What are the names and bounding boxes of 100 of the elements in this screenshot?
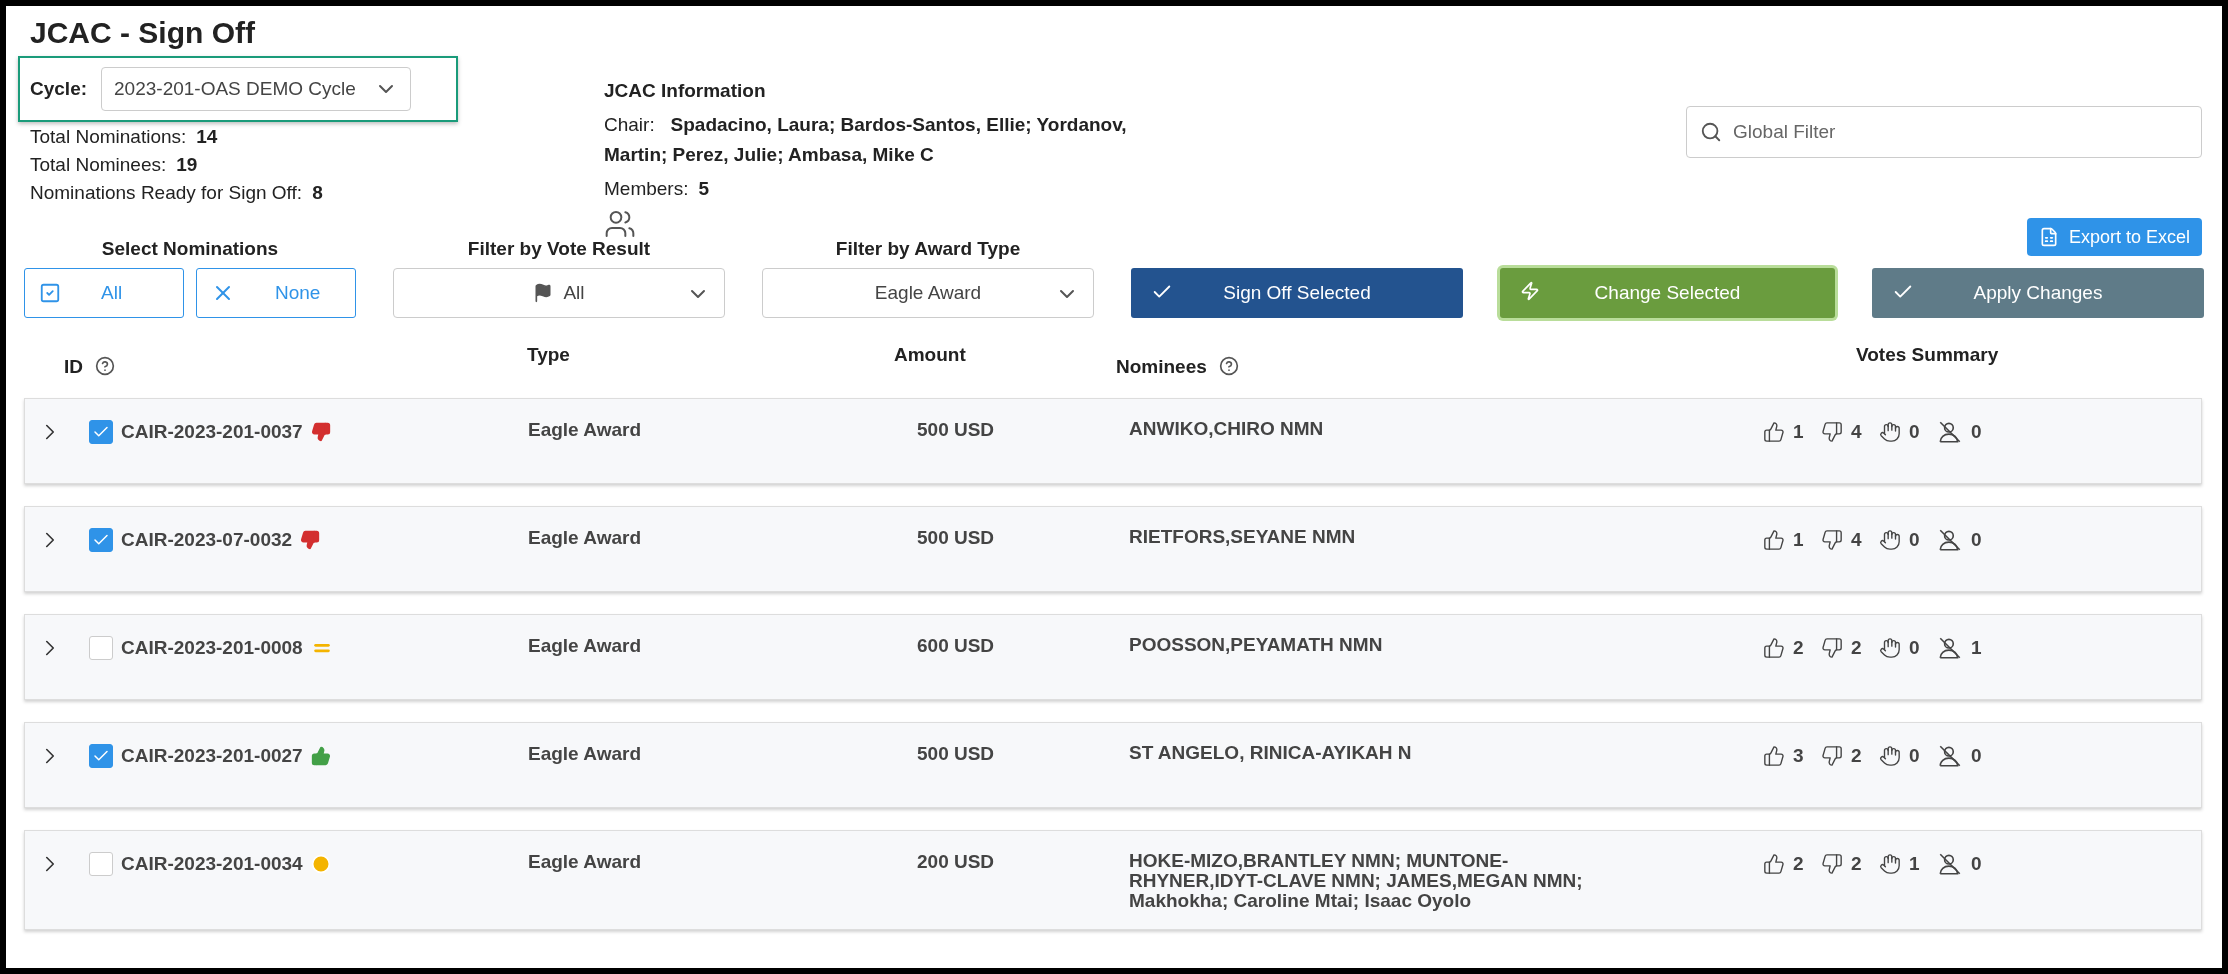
amount: 200 USD — [916, 851, 996, 873]
nomination-id: CAIR-2023-07-0032 — [121, 529, 293, 551]
flag-icon — [533, 283, 554, 303]
filter-label: Filter by Vote Result — [467, 238, 651, 260]
vote-count: 2 — [1851, 745, 1863, 767]
row-checkbox[interactable] — [89, 420, 113, 444]
help-icon[interactable] — [95, 356, 115, 376]
column-header: Nominees — [1116, 356, 1207, 378]
total-value: 14 — [196, 126, 218, 148]
thumbs-down-icon — [1821, 529, 1843, 551]
user-slash-icon — [1937, 635, 1963, 661]
thumbs-up-icon — [1763, 421, 1785, 443]
user-slash-icon — [1937, 527, 1963, 553]
page-title: JCAC - Sign Off — [30, 16, 256, 51]
award-type: Eagle Award — [528, 743, 642, 765]
thumbs-down-icon — [1821, 745, 1843, 767]
vote-count: 0 — [1971, 853, 1983, 875]
award-type: Eagle Award — [528, 635, 642, 657]
column-header: Type — [527, 344, 570, 366]
nomination-row[interactable]: CAIR-2023-201-0027 Eagle Award 500 USD ST ANGELO, RINICA-AYIKAH N 3 2 0 0 — [24, 722, 2202, 808]
thumbs-down-icon — [1821, 421, 1843, 443]
column-header: ID — [64, 356, 83, 378]
nomination-row[interactable]: CAIR-2023-201-0037 Eagle Award 500 USD ANWIKO,CHIRO NMN 1 4 0 0 — [24, 398, 2202, 484]
vote-result-dropdown[interactable]: All — [393, 268, 725, 318]
thumbs-up-icon — [1763, 637, 1785, 659]
vote-count: 2 — [1851, 637, 1863, 659]
nomination-row[interactable]: CAIR-2023-201-0034 Eagle Award 200 USD HOKE-MIZO,BRANTLEY NMN; MUNTONE-RHYNER,IDYT-CLAVE NMN; JAMES,MEGAN NMN; Makhokha; Caroline Mtai; Isaac Oyolo 2 2 1 0 — [24, 830, 2202, 930]
user-slash-icon — [1937, 851, 1963, 877]
filter-label: Filter by Award Type — [835, 238, 1021, 260]
nomination-row[interactable]: CAIR-2023-07-0032 Eagle Award 500 USD RIETFORS,SEYANE NMN 1 4 0 0 — [24, 506, 2202, 592]
nomination-id: CAIR-2023-201-0034 — [121, 853, 303, 875]
award-type-dropdown[interactable]: Eagle Award — [762, 268, 1094, 318]
nomination-id: CAIR-2023-201-0037 — [121, 421, 303, 443]
vote-count: 1 — [1971, 637, 1983, 659]
row-checkbox[interactable] — [89, 528, 113, 552]
global-filter-field[interactable]: Global Filter — [1686, 106, 2202, 158]
award-type: Eagle Award — [528, 419, 642, 441]
vote-count: 3 — [1793, 745, 1805, 767]
user-slash-icon — [1937, 743, 1963, 769]
amount: 600 USD — [916, 635, 996, 657]
thumbs-up-icon — [1763, 853, 1785, 875]
nominee-names: RIETFORS,SEYANE NMN — [1128, 527, 1357, 547]
members-label: Members: — [604, 178, 689, 200]
users-icon[interactable] — [604, 208, 636, 240]
vote-count: 0 — [1909, 637, 1921, 659]
amount: 500 USD — [916, 419, 996, 441]
cycle-dropdown[interactable]: 2023-201-OAS DEMO Cycle — [101, 67, 412, 111]
row-checkbox[interactable] — [89, 744, 113, 768]
total-label: Nominations Ready for Sign Off: — [30, 182, 303, 204]
lightning-icon — [1520, 281, 1540, 301]
total-value: 8 — [312, 182, 323, 204]
nomination-id: CAIR-2023-201-0027 — [121, 745, 303, 767]
award-type: Eagle Award — [528, 851, 642, 873]
thumbs-down-icon — [1821, 637, 1843, 659]
total-label: Total Nominees: — [30, 154, 167, 176]
hand-icon — [1879, 421, 1901, 443]
members-value: 5 — [698, 178, 710, 200]
action-button[interactable]: Sign Off Selected — [1131, 268, 1463, 318]
hand-icon — [1879, 529, 1901, 551]
row-checkbox[interactable] — [89, 852, 113, 876]
search-icon — [1700, 121, 1722, 143]
row-checkbox[interactable] — [89, 636, 113, 660]
jcac-info-heading: JCAC Information — [604, 80, 767, 102]
hand-icon — [1879, 853, 1901, 875]
user-slash-icon — [1937, 419, 1963, 445]
thumbs-up-icon — [310, 746, 331, 766]
vote-count: 4 — [1851, 529, 1863, 551]
thumbs-up-icon — [1763, 745, 1785, 767]
vote-count: 4 — [1851, 421, 1863, 443]
thumbs-down-icon — [310, 422, 331, 442]
vote-count: 2 — [1851, 853, 1863, 875]
amount: 500 USD — [916, 743, 996, 765]
vote-count: 0 — [1909, 421, 1921, 443]
nominee-names: POOSSON,PEYAMATH NMN — [1128, 635, 1384, 655]
filter-label: Select Nominations — [101, 238, 279, 260]
nominee-names: ANWIKO,CHIRO NMN — [1128, 419, 1325, 439]
total-label: Total Nominations: — [30, 126, 187, 148]
vote-count: 1 — [1909, 853, 1921, 875]
vote-count: 1 — [1793, 421, 1805, 443]
hand-icon — [1879, 637, 1901, 659]
nomination-id: CAIR-2023-201-0008 — [121, 637, 303, 659]
vote-count: 2 — [1793, 637, 1805, 659]
vote-count: 0 — [1909, 745, 1921, 767]
action-button[interactable]: Apply Changes — [1872, 268, 2204, 318]
vote-count: 0 — [1909, 529, 1921, 551]
thumbs-down-icon — [300, 530, 321, 550]
total-value: 19 — [176, 154, 198, 176]
thumbs-down-icon — [1821, 853, 1843, 875]
cycle-label: Cycle: — [30, 78, 88, 100]
hand-icon — [1879, 745, 1901, 767]
vote-count: 0 — [1971, 421, 1983, 443]
column-header: Votes Summary — [1856, 344, 1999, 366]
nominee-names: HOKE-MIZO,BRANTLEY NMN; MUNTONE-RHYNER,IDYT-CLAVE NMN; JAMES,MEGAN NMN; Makhokha; Caroline Mtai; Isaac Oyolo — [1128, 851, 1584, 911]
vote-count: 2 — [1793, 853, 1805, 875]
column-header: Amount — [894, 344, 966, 366]
nominee-names: ST ANGELO, RINICA-AYIKAH N — [1128, 743, 1413, 763]
award-type: Eagle Award — [528, 527, 642, 549]
checkbox-icon — [39, 282, 61, 304]
help-icon[interactable] — [1218, 356, 1239, 376]
nomination-row[interactable]: CAIR-2023-201-0008 Eagle Award 600 USD POOSSON,PEYAMATH NMN 2 2 0 1 — [24, 614, 2202, 700]
